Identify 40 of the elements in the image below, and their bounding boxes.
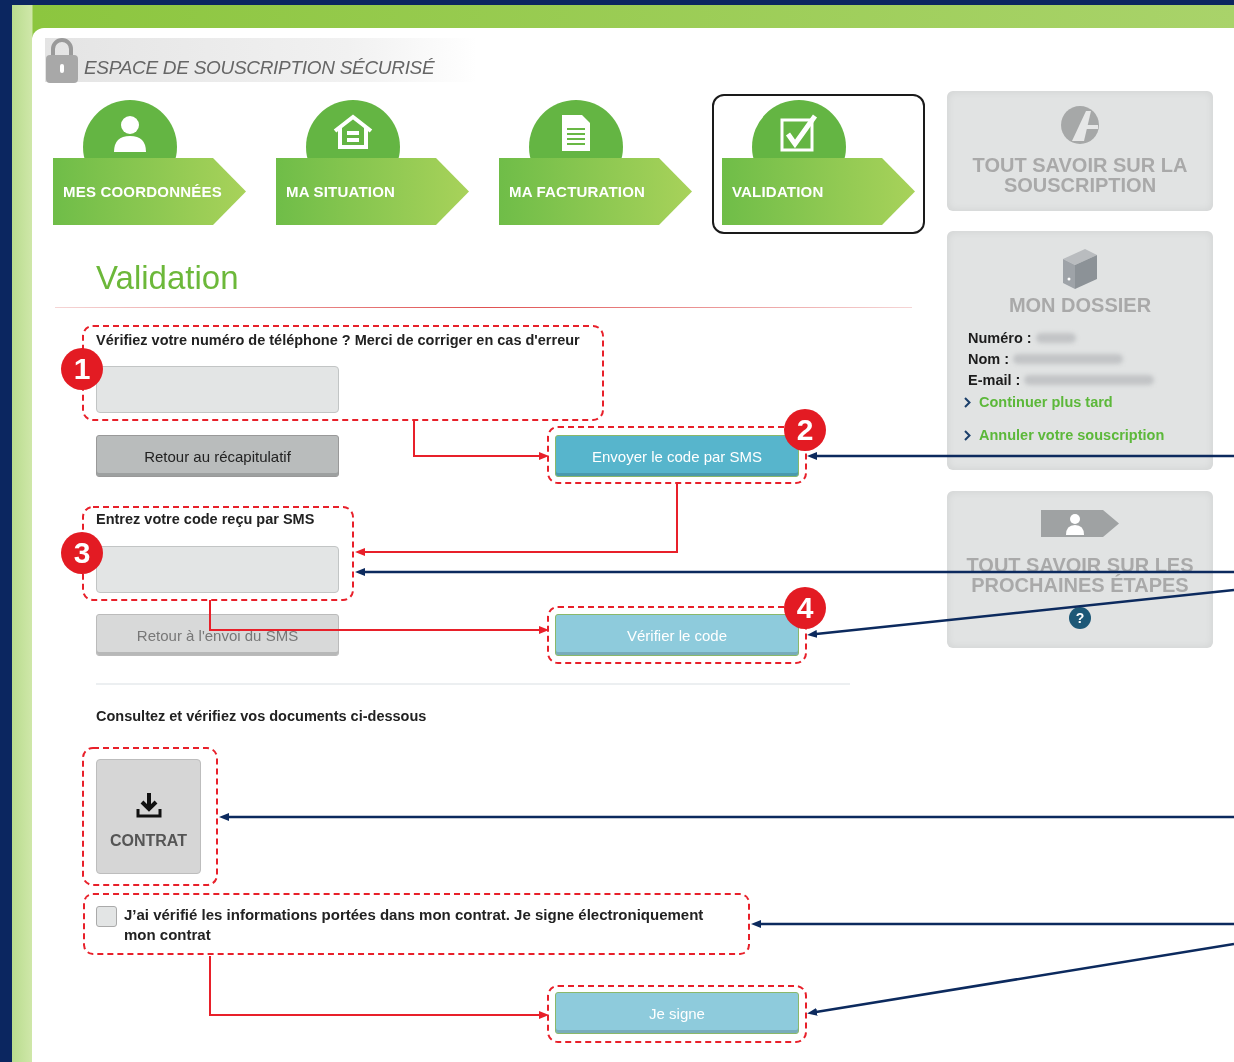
document-icon bbox=[561, 114, 591, 152]
blurred-value bbox=[1035, 332, 1076, 343]
checkbox[interactable] bbox=[96, 906, 117, 927]
step-tab[interactable]: MES COORDONNÉES bbox=[43, 94, 256, 234]
header-title: ESPACE DE SOUSCRIPTION SÉCURISÉ bbox=[84, 57, 435, 80]
step-tab[interactable]: MA SITUATION bbox=[266, 94, 479, 234]
card-title: TOUT SAVOIR SUR LA SOUSCRIPTION bbox=[971, 155, 1189, 195]
number-marker: 1 bbox=[61, 348, 103, 390]
number-marker: 4 bbox=[784, 587, 826, 629]
number-marker: 2 bbox=[784, 409, 826, 451]
field-label: Entrez votre code reçu par SMS bbox=[96, 510, 316, 529]
field-label: Numéro : bbox=[968, 329, 1032, 346]
field-label: Nom : bbox=[968, 350, 1010, 367]
chevron-icon bbox=[964, 396, 971, 408]
user-icon bbox=[112, 114, 148, 152]
field-label: E-mail : bbox=[968, 371, 1021, 388]
download-icon bbox=[135, 791, 162, 818]
step-tab[interactable]: VALIDATION bbox=[712, 94, 925, 234]
back-button[interactable]: Retour au récapitulatif bbox=[96, 435, 339, 477]
phone-input-field[interactable] bbox=[96, 366, 339, 413]
section-label: Consultez et vérifiez vos documents ci-dessous bbox=[96, 707, 428, 726]
user-tag-icon bbox=[1041, 510, 1119, 537]
card-title: MON DOSSIER bbox=[1007, 295, 1153, 315]
step-tab[interactable]: MA FACTURATION bbox=[489, 94, 702, 234]
consent-text: J’ai vérifié les informations portées dans mon contrat. Je signe électroniquement mon contrat bbox=[124, 905, 705, 945]
checkbox-icon bbox=[780, 114, 818, 154]
sidebar-link[interactable]: Continuer plus tard bbox=[979, 394, 1113, 410]
info-card[interactable]: TOUT SAVOIR SUR LA SOUSCRIPTION bbox=[947, 91, 1213, 211]
code-input-field[interactable] bbox=[96, 546, 339, 593]
archive-box-icon bbox=[1061, 247, 1099, 291]
field-label: Vérifiez votre numéro de téléphone ? Merci de corriger en cas d'erreur bbox=[96, 331, 581, 350]
page-title: Validation bbox=[96, 258, 240, 298]
lock-icon bbox=[45, 38, 79, 84]
number-marker: 3 bbox=[61, 532, 103, 574]
chevron-icon bbox=[964, 429, 971, 441]
help-icon[interactable]: ? bbox=[1069, 607, 1091, 629]
sidebar-link[interactable]: Annuler votre souscription bbox=[979, 427, 1165, 443]
house-icon bbox=[331, 114, 375, 150]
contract-download-button[interactable]: CONTRAT bbox=[96, 759, 201, 874]
emblem-icon bbox=[1060, 105, 1100, 145]
